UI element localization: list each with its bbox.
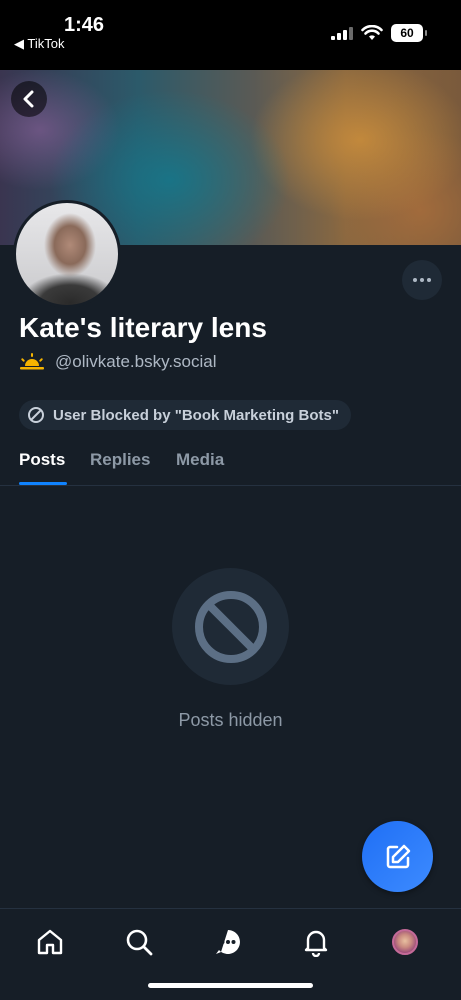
status-icons: 60 bbox=[331, 24, 427, 42]
profile-avatar-icon bbox=[392, 929, 418, 955]
profile-tabs: Posts Replies Media bbox=[0, 440, 461, 486]
active-tab-indicator bbox=[19, 482, 67, 485]
nav-profile[interactable] bbox=[390, 927, 420, 957]
chevron-left-icon bbox=[23, 90, 34, 108]
status-time: 1:46 bbox=[64, 14, 105, 36]
blocked-label-badge[interactable]: User Blocked by "Book Marketing Bots" bbox=[19, 400, 351, 430]
nav-search[interactable] bbox=[124, 927, 154, 957]
status-bar: 1:46 ◀ TikTok 60 bbox=[0, 0, 461, 70]
home-indicator bbox=[148, 983, 313, 988]
block-icon bbox=[28, 407, 44, 423]
profile-display-name: Kate's literary lens bbox=[19, 312, 267, 343]
posts-hidden-icon-container bbox=[172, 568, 289, 685]
nav-chat[interactable] bbox=[213, 927, 243, 957]
ellipsis-icon bbox=[413, 278, 417, 282]
battery-indicator: 60 bbox=[391, 24, 427, 42]
more-options-button[interactable] bbox=[402, 260, 442, 300]
tab-media[interactable]: Media bbox=[176, 450, 224, 470]
wifi-icon bbox=[361, 25, 383, 40]
handle-row: @olivkate.bsky.social bbox=[19, 352, 217, 372]
posts-hidden-message: Posts hidden bbox=[178, 710, 283, 730]
tab-posts[interactable]: Posts bbox=[19, 450, 65, 470]
nav-home[interactable] bbox=[35, 927, 65, 957]
block-icon bbox=[194, 590, 267, 663]
bell-icon bbox=[304, 930, 328, 957]
cellular-signal-icon bbox=[331, 27, 353, 40]
tab-replies[interactable]: Replies bbox=[90, 450, 150, 470]
back-to-app-link[interactable]: ◀ TikTok bbox=[14, 36, 64, 52]
home-icon bbox=[37, 929, 63, 955]
sunrise-icon bbox=[20, 353, 44, 370]
profile-handle: @olivkate.bsky.social bbox=[55, 352, 217, 371]
compose-post-button[interactable] bbox=[362, 821, 433, 892]
search-icon bbox=[126, 929, 153, 956]
compose-icon bbox=[386, 844, 410, 868]
nav-notifications[interactable] bbox=[301, 927, 331, 957]
chat-icon bbox=[216, 930, 240, 954]
blocked-label-text: User Blocked by "Book Marketing Bots" bbox=[53, 406, 339, 424]
back-button[interactable] bbox=[11, 81, 47, 117]
profile-avatar[interactable] bbox=[13, 200, 121, 308]
